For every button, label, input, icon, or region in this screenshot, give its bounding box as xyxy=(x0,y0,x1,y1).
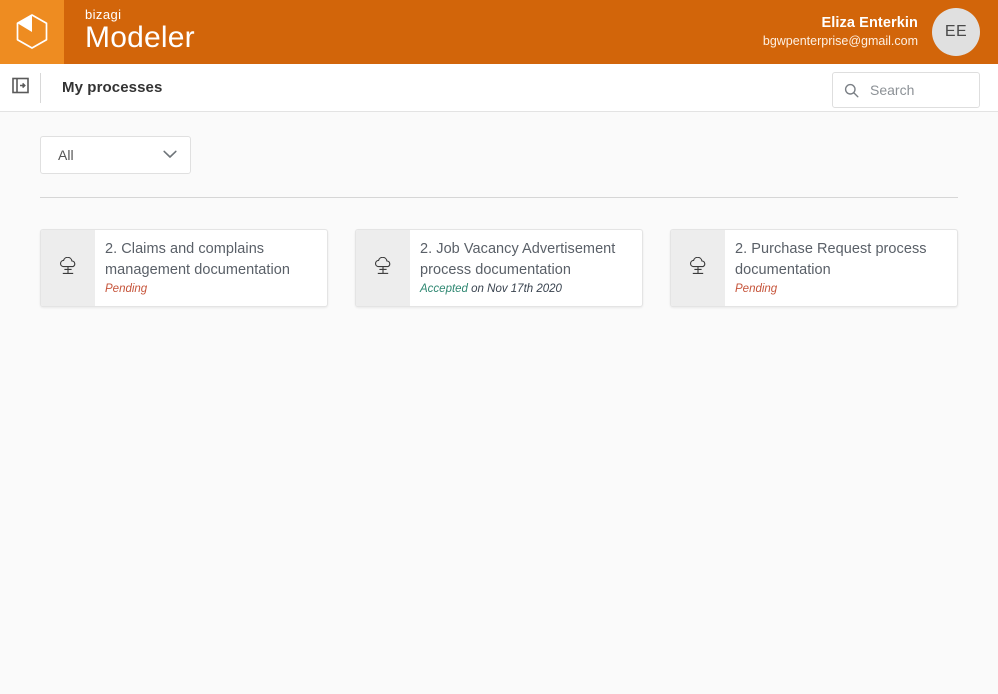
status-label: Accepted xyxy=(420,283,468,295)
status-filter-select[interactable]: All xyxy=(40,136,191,174)
brand-sub-label: bizagi xyxy=(85,7,122,22)
panel-expand-button[interactable] xyxy=(0,64,40,112)
process-card-title: 2. Claims and complains management docum… xyxy=(105,241,290,278)
user-text-block: Eliza Enterkin bgwpenterprise@gmail.com xyxy=(763,14,918,50)
process-card-body: 2. Claims and complains management docum… xyxy=(95,230,327,306)
cloud-publish-icon xyxy=(58,256,78,280)
cloud-publish-icon xyxy=(688,256,708,280)
page-title: My processes xyxy=(62,79,163,96)
process-card-title: 2. Job Vacancy Advertisement process doc… xyxy=(420,241,616,278)
search-icon xyxy=(844,83,859,98)
status-filter-value: All xyxy=(58,147,74,163)
process-card[interactable]: 2. Purchase Request process documentatio… xyxy=(670,229,958,307)
status-badge: Pending xyxy=(735,282,947,296)
panel-expand-icon xyxy=(11,77,29,99)
process-card-icon-panel xyxy=(356,230,410,306)
process-card-title: 2. Purchase Request process documentatio… xyxy=(735,241,927,278)
app-header: bizagi Modeler Eliza Enterkin bgwpenterp… xyxy=(0,0,998,64)
avatar[interactable]: EE xyxy=(932,8,980,56)
user-account-area[interactable]: Eliza Enterkin bgwpenterprise@gmail.com … xyxy=(763,0,980,64)
filter-row: All xyxy=(40,112,958,174)
search-box[interactable] xyxy=(832,72,980,108)
search-input[interactable] xyxy=(870,82,970,98)
process-card[interactable]: 2. Claims and complains management docum… xyxy=(40,229,328,307)
section-divider xyxy=(40,197,958,198)
status-badge: Accepted on Nov 17th 2020 xyxy=(420,282,632,296)
sub-header: My processes xyxy=(0,64,998,112)
main-content: All 2. Claims and complains management d… xyxy=(0,112,998,307)
process-card-body: 2. Purchase Request process documentatio… xyxy=(725,230,957,306)
header-divider xyxy=(40,72,41,103)
process-card-body: 2. Job Vacancy Advertisement process doc… xyxy=(410,230,642,306)
brand-main-label: Modeler xyxy=(85,21,195,54)
chevron-down-icon xyxy=(163,146,177,164)
process-card-icon-panel xyxy=(41,230,95,306)
status-detail: on Nov 17th 2020 xyxy=(467,283,562,295)
process-card-icon-panel xyxy=(671,230,725,306)
cube-hexagon-icon xyxy=(15,13,49,51)
app-logo-tile[interactable] xyxy=(0,0,64,64)
status-label: Pending xyxy=(105,283,148,295)
status-badge: Pending xyxy=(105,282,317,296)
brand-wordmark: bizagi Modeler xyxy=(85,8,195,56)
process-card-grid: 2. Claims and complains management docum… xyxy=(40,229,958,307)
user-email: bgwpenterprise@gmail.com xyxy=(762,34,918,49)
process-card[interactable]: 2. Job Vacancy Advertisement process doc… xyxy=(355,229,643,307)
cloud-publish-icon xyxy=(373,256,393,280)
user-name: Eliza Enterkin xyxy=(821,15,918,32)
status-label: Pending xyxy=(735,283,778,295)
